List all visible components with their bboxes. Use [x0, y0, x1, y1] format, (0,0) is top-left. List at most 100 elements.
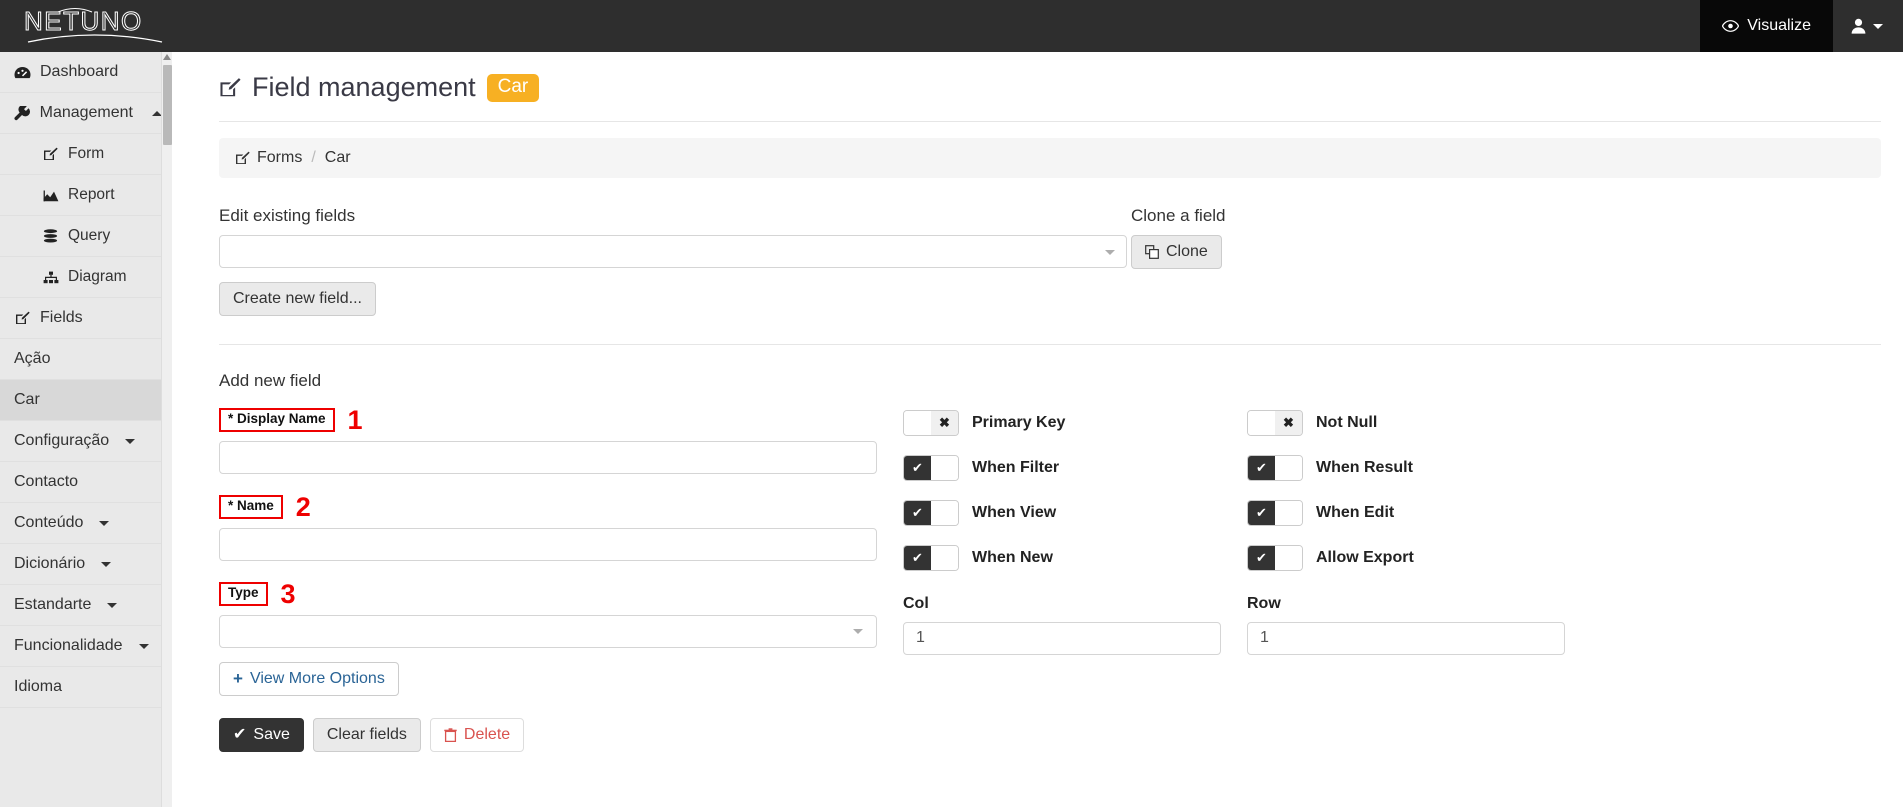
- sidebar-item-query[interactable]: Query: [0, 216, 172, 257]
- toggle-on-glyph: ✔: [904, 545, 931, 570]
- toggle-row-when-edit: ✔ When Edit: [1247, 499, 1587, 526]
- when-result-toggle[interactable]: ✔: [1247, 454, 1303, 481]
- toggle-on-glyph: ✔: [1248, 455, 1275, 480]
- clear-fields-button[interactable]: Clear fields: [312, 718, 421, 752]
- toggle-right-half: [931, 545, 958, 570]
- sidebar-item-acao[interactable]: Ação: [0, 339, 172, 380]
- save-label: Save: [253, 726, 290, 744]
- view-more-options-button[interactable]: + View More Options: [219, 661, 399, 697]
- delete-button[interactable]: Delete: [429, 718, 525, 752]
- sidebar-item-fields[interactable]: Fields: [0, 298, 172, 339]
- toggle-off-glyph: ✖: [931, 410, 958, 435]
- form-action-buttons: ✔ Save Clear fields Delete: [219, 718, 1881, 752]
- add-new-field-title: Add new field: [219, 370, 322, 390]
- edit-existing-label: Edit existing fields: [219, 206, 356, 225]
- display-name-field: * Display Name 1: [219, 404, 903, 474]
- sidebar-item-label: Idioma: [14, 678, 63, 695]
- brand-logo[interactable]: NETUNO: [0, 0, 207, 52]
- svg-text:NETUNO: NETUNO: [24, 6, 143, 36]
- when-edit-toggle[interactable]: ✔: [1247, 499, 1303, 526]
- primary-key-toggle[interactable]: ✖: [903, 409, 959, 436]
- status-badge: Car: [486, 73, 540, 102]
- sidebar-scrollbar[interactable]: [161, 52, 172, 807]
- sidebar-item-label: Dicionário: [14, 555, 86, 572]
- sidebar-item-label: Contacto: [14, 473, 79, 490]
- toggle-row-when-result: ✔ When Result: [1247, 454, 1587, 481]
- clone-button[interactable]: Clone: [1131, 235, 1222, 269]
- sidebar-item-funcionalidade[interactable]: Funcionalidade: [0, 626, 172, 667]
- scrollbar-thumb[interactable]: [163, 65, 172, 145]
- chevron-down-icon: [1105, 249, 1115, 255]
- section-divider: [219, 343, 1881, 345]
- navbar-right: Visualize: [1700, 0, 1903, 52]
- visualize-button[interactable]: Visualize: [1700, 0, 1833, 52]
- visualize-label: Visualize: [1747, 17, 1811, 34]
- sidebar-item-label: Configuração: [14, 432, 110, 449]
- top-navbar: NETUNO Visualize: [0, 0, 1903, 52]
- when-filter-toggle[interactable]: ✔: [903, 454, 959, 481]
- wrench-icon: [14, 105, 31, 121]
- sidebar-item-label: Ação: [14, 350, 51, 367]
- sidebar-item-label: Diagram: [68, 268, 127, 285]
- toggle-off-glyph: ✖: [1275, 410, 1302, 435]
- sidebar-item-car[interactable]: Car: [0, 380, 172, 421]
- chevron-down-icon: [99, 520, 110, 526]
- sidebar-item-contacto[interactable]: Contacto: [0, 462, 172, 503]
- breadcrumb-forms[interactable]: Forms: [235, 149, 302, 167]
- when-new-toggle[interactable]: ✔: [903, 544, 959, 571]
- sidebar-item-management[interactable]: Management: [0, 93, 172, 134]
- type-select[interactable]: [219, 614, 877, 648]
- display-name-annotation-row: * Display Name 1: [219, 404, 903, 435]
- row-input[interactable]: [1247, 621, 1565, 655]
- toggles-left-column: ✖ Primary Key ✔ When Filter ✔ When View: [903, 407, 1245, 697]
- edit-existing-fields-group: Edit existing fields Create new field...: [219, 206, 1127, 316]
- when-view-toggle[interactable]: ✔: [903, 499, 959, 526]
- page-title: Field management Car: [205, 52, 1881, 121]
- sidebar-item-dicionario[interactable]: Dicionário: [0, 544, 172, 585]
- toggle-left-half: [904, 410, 931, 435]
- col-input[interactable]: [903, 621, 1221, 655]
- edit-icon: [14, 311, 31, 325]
- sidebar-item-label: Dashboard: [40, 63, 119, 80]
- allow-export-toggle[interactable]: ✔: [1247, 544, 1303, 571]
- sidebar-item-label: Car: [14, 391, 40, 408]
- toggle-right-half: [931, 500, 958, 525]
- toggle-row-primary-key: ✖ Primary Key: [903, 409, 1245, 436]
- toggle-left-half: [1248, 410, 1275, 435]
- sidebar-item-diagram[interactable]: Diagram: [0, 257, 172, 298]
- sidebar-item-dashboard[interactable]: Dashboard: [0, 52, 172, 93]
- delete-label: Delete: [463, 726, 511, 744]
- display-name-label: * Display Name: [219, 408, 335, 433]
- annotation-number-3: 3: [280, 578, 296, 609]
- sidebar-item-label: Report: [68, 186, 115, 203]
- scroll-up-arrow-icon[interactable]: [163, 54, 171, 60]
- view-more-options-label: View More Options: [249, 670, 385, 688]
- annotation-number-1: 1: [347, 404, 363, 435]
- sidebar-item-configuracao[interactable]: Configuração: [0, 421, 172, 462]
- user-menu[interactable]: [1833, 0, 1903, 52]
- allow-export-label: Allow Export: [1316, 548, 1414, 566]
- when-result-label: When Result: [1316, 458, 1413, 476]
- chevron-down-icon: [101, 561, 112, 567]
- toggle-on-glyph: ✔: [1248, 545, 1275, 570]
- type-annotation-row: Type 3: [219, 578, 903, 609]
- toggle-right-half: [1275, 455, 1302, 480]
- name-input[interactable]: [219, 527, 877, 561]
- create-new-field-button[interactable]: Create new field...: [219, 282, 376, 316]
- sidebar-item-idioma[interactable]: Idioma: [0, 667, 172, 708]
- not-null-toggle[interactable]: ✖: [1247, 409, 1303, 436]
- existing-fields-select[interactable]: [219, 235, 1127, 268]
- when-new-label: When New: [972, 548, 1053, 566]
- chevron-down-icon: [125, 438, 136, 444]
- sidebar-item-estandarte[interactable]: Estandarte: [0, 585, 172, 626]
- chart-icon: [42, 189, 59, 202]
- type-field: Type 3: [219, 578, 903, 648]
- toggle-on-glyph: ✔: [904, 455, 931, 480]
- sidebar-item-conteudo[interactable]: Conteúdo: [0, 503, 172, 544]
- display-name-input[interactable]: [219, 440, 877, 474]
- sidebar-item-report[interactable]: Report: [0, 175, 172, 216]
- plus-icon: +: [233, 668, 243, 688]
- toggle-row-when-new: ✔ When New: [903, 544, 1245, 571]
- sidebar-item-form[interactable]: Form: [0, 134, 172, 175]
- save-button[interactable]: ✔ Save: [219, 718, 304, 752]
